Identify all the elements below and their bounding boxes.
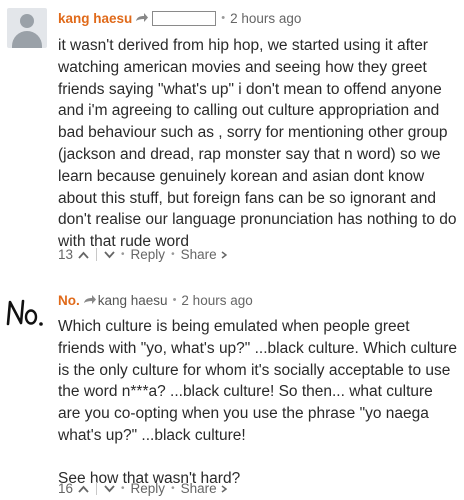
- comment-paragraph: Which culture is being emulated when peo…: [58, 318, 458, 444]
- timestamp[interactable]: 2 hours ago: [230, 11, 301, 26]
- share-arrow-icon[interactable]: [221, 484, 227, 493]
- upvote-count: 13: [58, 247, 74, 262]
- comment-body: it wasn't derived from hip hop, we start…: [58, 35, 458, 253]
- comment-actions: 13 • Reply • Share: [58, 247, 227, 262]
- redacted-reply-to-box: [152, 10, 217, 26]
- upvote-icon[interactable]: [78, 251, 89, 259]
- handwritten-no-avatar[interactable]: [4, 296, 46, 330]
- author-name[interactable]: No.: [58, 293, 80, 308]
- comment-body: Which culture is being emulated when peo…: [58, 316, 458, 490]
- reply-button[interactable]: Reply: [131, 481, 166, 496]
- upvote-count: 16: [58, 481, 74, 496]
- reply-arrow-icon: [136, 13, 149, 22]
- comment: No. kang haesu • 2 hours ago Which cultu…: [0, 282, 464, 500]
- comment: kang haesu • 2 hours ago it wasn't deriv…: [0, 0, 464, 272]
- downvote-icon[interactable]: [104, 484, 115, 493]
- timestamp[interactable]: 2 hours ago: [181, 293, 252, 308]
- share-button[interactable]: Share: [181, 481, 217, 496]
- comment-paragraph: it wasn't derived from hip hop, we start…: [58, 37, 457, 251]
- reply-button[interactable]: Reply: [131, 247, 166, 262]
- comment-meta: No. kang haesu • 2 hours ago: [58, 292, 253, 308]
- share-button[interactable]: Share: [181, 247, 217, 262]
- upvote-icon[interactable]: [78, 485, 89, 493]
- author-name[interactable]: kang haesu: [58, 11, 132, 26]
- reply-arrow-icon: [83, 295, 96, 304]
- share-arrow-icon[interactable]: [221, 250, 227, 259]
- comment-meta: kang haesu • 2 hours ago: [58, 10, 302, 26]
- comment-actions: 16 • Reply • Share: [58, 481, 227, 496]
- default-avatar-icon[interactable]: [7, 8, 47, 48]
- reply-to-name[interactable]: kang haesu: [98, 293, 168, 308]
- downvote-icon[interactable]: [104, 250, 115, 259]
